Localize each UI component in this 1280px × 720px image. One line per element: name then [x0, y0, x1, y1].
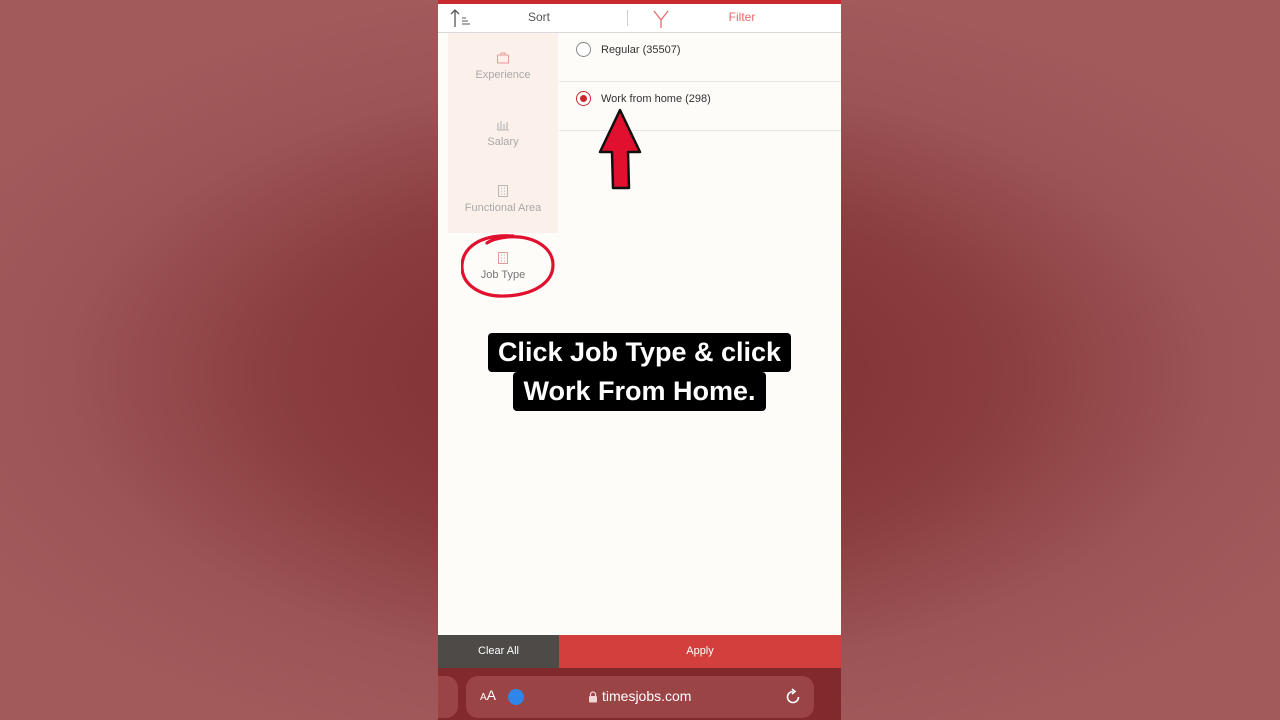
url-text: timesjobs.com: [602, 688, 692, 704]
filter-topbar: Sort Filter: [438, 0, 841, 33]
extension-icon[interactable]: [508, 689, 524, 705]
clear-all-button[interactable]: Clear All: [438, 635, 559, 668]
category-label: Experience: [475, 69, 531, 81]
filter-action-bar: Clear All Apply: [438, 635, 841, 668]
caption-line-2: Work From Home.: [513, 372, 766, 411]
option-label: Regular (35507): [601, 44, 681, 56]
money-icon: [497, 121, 509, 131]
category-label: Functional Area: [464, 202, 542, 214]
radio-regular[interactable]: [576, 42, 591, 57]
text-size-button[interactable]: AA: [480, 687, 496, 703]
radio-work-from-home[interactable]: [576, 91, 591, 106]
option-regular[interactable]: Regular (35507): [559, 33, 841, 82]
lock-icon: [589, 691, 597, 703]
annotation-circle: [461, 234, 555, 298]
address-bar[interactable]: AA timesjobs.com: [466, 676, 814, 718]
building-icon: [498, 185, 508, 197]
sort-button[interactable]: Sort: [518, 10, 560, 24]
option-label: Work from home (298): [601, 93, 711, 105]
browser-toolbar: AA timesjobs.com: [438, 668, 841, 720]
phone-screen: Sort Filter Experience Salary Functional…: [438, 0, 841, 720]
text-size-large: A: [486, 687, 497, 703]
apply-button[interactable]: Apply: [559, 635, 841, 668]
briefcase-icon: [497, 52, 509, 64]
category-functional-area[interactable]: Functional Area: [448, 184, 558, 214]
sort-icon[interactable]: [450, 8, 472, 28]
instruction-caption: Click Job Type & click Work From Home.: [438, 333, 841, 411]
category-experience[interactable]: Experience: [448, 51, 558, 81]
annotation-arrow: [598, 108, 642, 190]
filter-icon[interactable]: [652, 9, 670, 29]
category-label: Salary: [487, 136, 519, 148]
filter-tab[interactable]: Filter: [720, 10, 764, 24]
topbar-divider: [627, 10, 628, 26]
caption-line-1: Click Job Type & click: [487, 333, 792, 372]
text-size-small: A: [480, 692, 487, 703]
previous-tab[interactable]: [438, 676, 458, 718]
category-salary[interactable]: Salary: [448, 118, 558, 148]
filter-category-sidebar: Experience Salary Functional Area: [448, 33, 558, 233]
reload-icon[interactable]: [784, 688, 802, 706]
